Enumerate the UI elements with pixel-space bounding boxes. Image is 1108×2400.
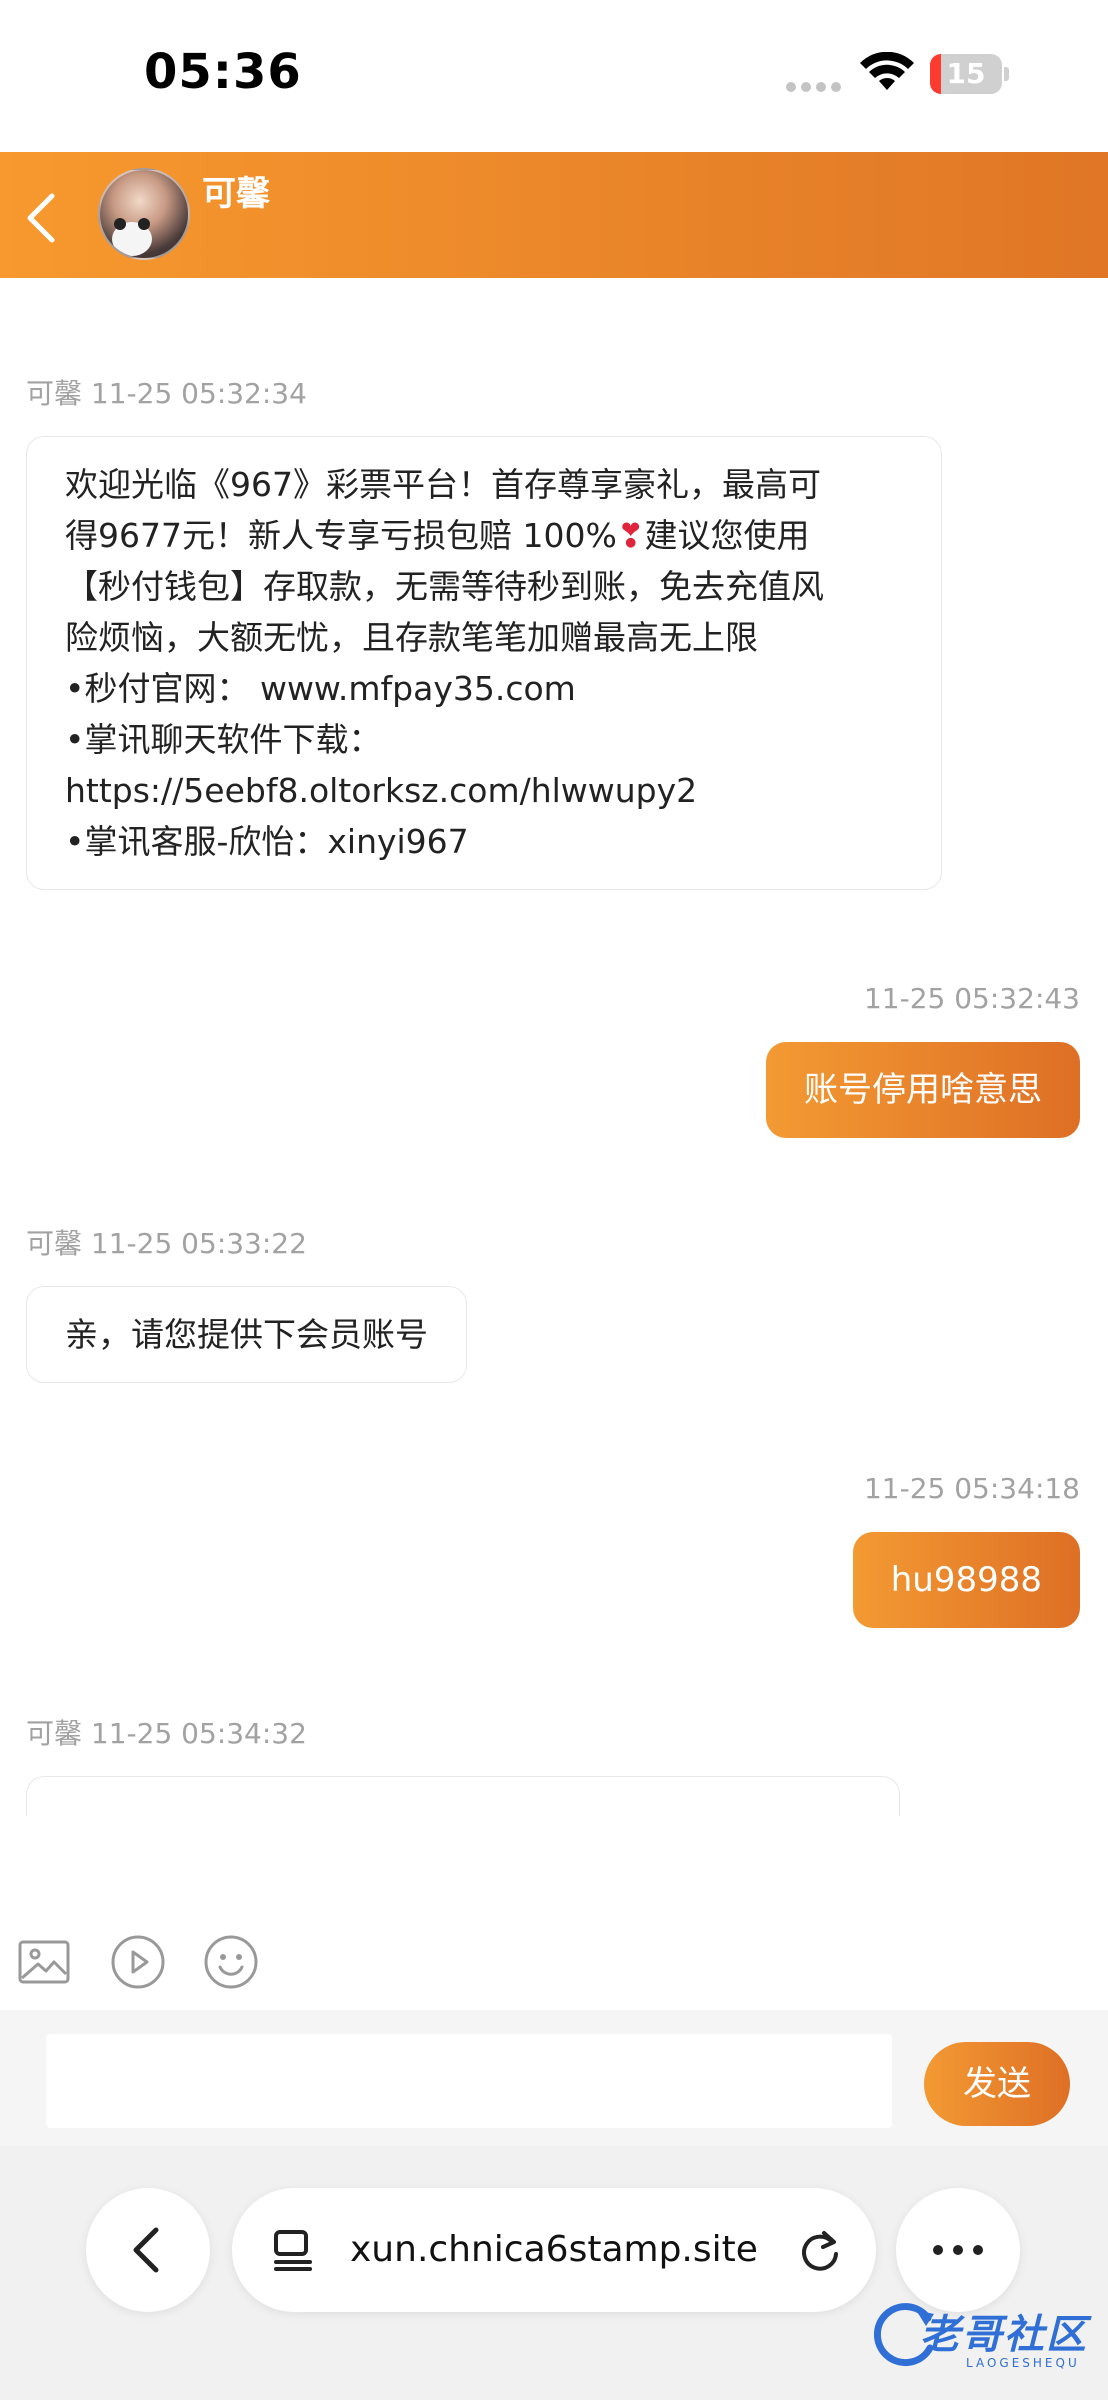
send-button[interactable]: 发送 — [924, 2042, 1070, 2126]
watermark-subtext: LAOGESHEQU — [966, 2356, 1080, 2370]
incoming-message-bubble[interactable]: 亲，请您提供下会员账号 — [26, 1286, 467, 1383]
address-bar[interactable]: xun.chnica6stamp.site — [232, 2188, 876, 2312]
message-time: 11-25 05:34:32 — [90, 1717, 307, 1750]
message-line: •秒付官网： www.mfpay35.com — [65, 669, 576, 708]
message-line: 建议您使用 — [644, 516, 810, 555]
contact-avatar[interactable] — [98, 168, 190, 260]
more-button[interactable] — [896, 2188, 1020, 2312]
contact-name: 可馨 — [202, 174, 270, 214]
status-bar: 05:36 15 — [0, 0, 1108, 152]
message-line: 欢迎光临《967》彩票平台！首存尊享豪礼，最高可 — [65, 465, 821, 504]
wifi-icon — [860, 52, 914, 90]
watermark-text: 老哥社区 — [920, 2312, 1088, 2358]
message-time: 11-25 05:34:18 — [863, 1472, 1080, 1505]
chevron-left-icon — [133, 2227, 159, 2273]
incoming-message-bubble[interactable] — [26, 1776, 900, 1816]
url-text: xun.chnica6stamp.site — [350, 2229, 758, 2270]
reload-icon[interactable] — [798, 2228, 842, 2272]
outgoing-message-bubble[interactable]: 账号停用啥意思 — [766, 1042, 1080, 1138]
battery-icon: 15 — [930, 54, 1010, 94]
message-meta: 可馨 11-25 05:32:34 — [26, 372, 307, 412]
image-icon[interactable] — [16, 1934, 72, 1990]
sender-name: 可馨 — [26, 377, 83, 410]
browser-back-button[interactable] — [86, 2188, 210, 2312]
message-line: 险烦恼，大额无忧，且存款笔笔加赠最高无上限 — [65, 618, 758, 657]
message-line: •掌讯客服-欣怡：xinyi967 — [65, 822, 469, 861]
message-meta: 可馨 11-25 05:34:32 — [26, 1712, 307, 1752]
page-menu-icon — [274, 2230, 312, 2271]
message-line: 亲，请您提供下会员账号 — [65, 1315, 428, 1354]
composer: 发送 — [0, 2010, 1108, 2146]
chat-screen: 05:36 15 可馨 可馨 11-25 05:32:34 欢迎光临《967》彩… — [0, 0, 1108, 2400]
status-time: 05:36 — [144, 44, 302, 100]
emoji-icon[interactable] — [203, 1934, 259, 1990]
attachment-toolbar — [0, 1924, 1108, 2000]
message-line: •掌讯聊天软件下载： — [65, 720, 382, 759]
signal-icon — [786, 82, 842, 92]
message-input[interactable] — [46, 2034, 892, 2128]
video-icon[interactable] — [110, 1934, 166, 1990]
heart-exclamation-icon: ❣ — [616, 516, 645, 555]
message-line: https://5eebf8.oltorksz.com/hlwwupy2 — [65, 771, 698, 810]
outgoing-message-bubble[interactable]: hu98988 — [852, 1532, 1080, 1628]
watermark-logo: 老哥社区 LAOGESHEQU — [868, 2298, 1104, 2378]
message-time: 11-25 05:32:43 — [863, 982, 1080, 1015]
panda-figure — [112, 218, 152, 256]
message-line: 得9677元！新人专享亏损包赔 100% — [65, 516, 617, 555]
sender-name: 可馨 — [26, 1227, 83, 1260]
sender-name: 可馨 — [26, 1717, 83, 1750]
message-time: 11-25 05:33:22 — [90, 1227, 307, 1260]
incoming-message-bubble[interactable]: 欢迎光临《967》彩票平台！首存尊享豪礼，最高可 得9677元！新人专享亏损包赔… — [26, 436, 942, 890]
chevron-left-icon — [27, 193, 55, 243]
more-dots-icon — [933, 2245, 983, 2255]
back-button[interactable] — [14, 182, 74, 248]
chat-header: 可馨 — [0, 152, 1108, 278]
message-meta: 可馨 11-25 05:33:22 — [26, 1222, 307, 1262]
battery-level: 15 — [946, 57, 986, 90]
message-time: 11-25 05:32:34 — [90, 377, 307, 410]
message-line: 【秒付钱包】存取款，无需等待秒到账，免去充值风 — [65, 567, 824, 606]
message-list[interactable]: 可馨 11-25 05:32:34 欢迎光临《967》彩票平台！首存尊享豪礼，最… — [0, 278, 1108, 1798]
